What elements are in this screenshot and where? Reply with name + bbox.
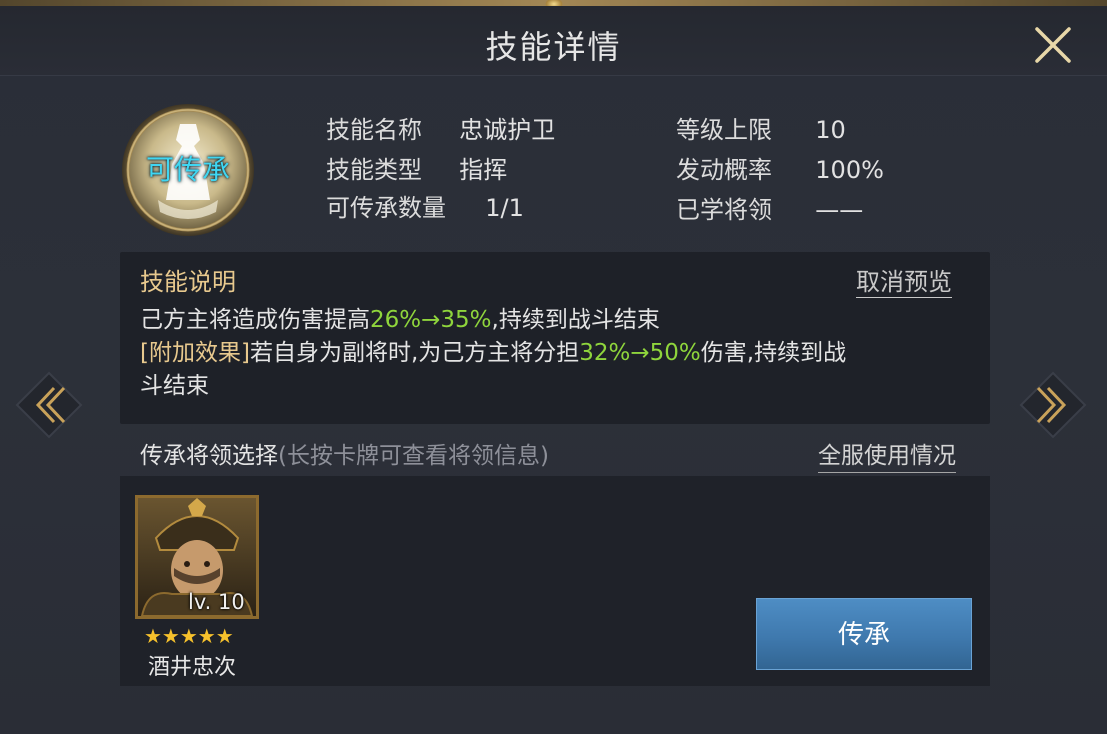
description-line-2: [附加效果]若自身为副将时,为己方主将分担32%→50%伤害,持续到战 [140,333,846,367]
description-text: 伤害,持续到战 [700,340,847,366]
trigger-rate-value: 100% [815,156,884,184]
inherit-count-key: 可传承数量 [326,194,446,222]
chevron-right-icon [1019,371,1087,439]
skill-name-key: 技能名称 [326,116,422,144]
inherit-count-value: 1/1 [485,194,524,222]
general-level: lv. 10 [188,590,245,614]
next-skill-button[interactable] [1018,370,1088,440]
trigger-rate-row: 发动概率 100% [676,150,884,185]
skill-type-key: 技能类型 [326,156,422,184]
skill-type-value: 指挥 [459,156,508,184]
extra-effect-tag: [附加效果] [140,340,250,366]
close-button[interactable] [1030,22,1076,68]
description-line-1: 己方主将造成伤害提高26%→35%,持续到战斗结束 [140,300,660,334]
close-icon [1035,27,1071,63]
max-level-value: 10 [815,116,846,144]
learned-general-row: 已学将领 —— [676,190,863,225]
inherit-count-row: 可传承数量 1/1 [326,188,524,223]
description-line-3: 斗结束 [140,373,209,399]
skill-name-value: 忠诚护卫 [459,116,556,144]
learned-general-value: —— [815,196,864,224]
chevron-left-icon [15,371,83,439]
skill-name-row: 技能名称 忠诚护卫 [326,110,555,145]
inherit-hint-text: (长按卡牌可查看将领信息) [278,443,549,469]
inherit-title-text: 传承将领选择 [140,443,278,469]
description-text: ,持续到战斗结束 [491,307,660,333]
general-star-rating: ★★★★★ [144,624,234,648]
damage-bonus-value: 26%→35% [370,307,492,333]
server-usage-link[interactable]: 全服使用情况 [818,436,956,473]
description-text: 若自身为副将时,为己方主将分担 [249,340,580,366]
inherit-button[interactable]: 传承 [756,598,972,670]
inherit-general-select-title: 传承将领选择(长按卡牌可查看将领信息) [140,436,549,470]
inheritable-badge: 可传承 [145,153,230,186]
skill-type-row: 技能类型 指挥 [326,150,507,185]
trigger-rate-key: 发动概率 [676,156,772,184]
learned-general-key: 已学将领 [676,196,772,224]
damage-share-value: 32%→50% [579,340,701,366]
max-level-row: 等级上限 10 [676,110,846,145]
cancel-preview-link[interactable]: 取消预览 [856,262,952,298]
description-text: 己方主将造成伤害提高 [140,307,370,333]
max-level-key: 等级上限 [676,116,772,144]
general-name: 酒井忠次 [148,655,237,680]
prev-skill-button[interactable] [14,370,84,440]
skill-description-title: 技能说明 [140,268,236,296]
page-title: 技能详情 [485,28,622,66]
